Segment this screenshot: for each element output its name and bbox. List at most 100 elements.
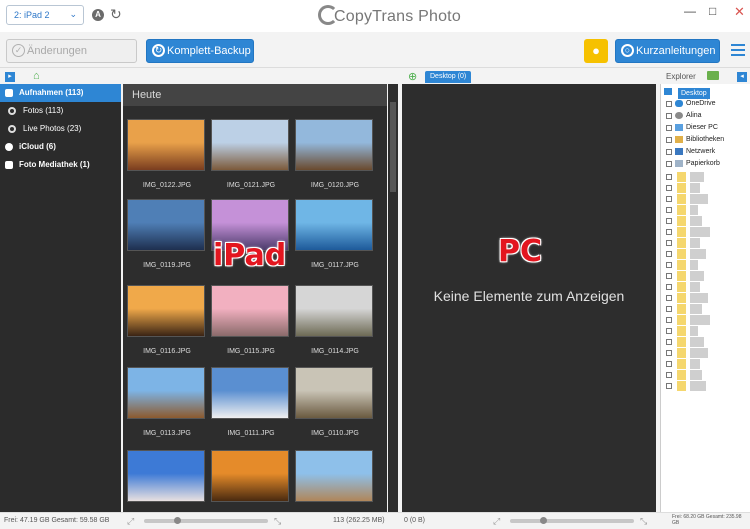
blurred-folder-name	[690, 205, 698, 215]
photo-thumbnail[interactable]	[295, 450, 375, 512]
user-icon	[675, 112, 683, 119]
status-bar: Frei: 47.19 GB Gesamt: 59.58 GB ⤢ ⤡ 113 …	[0, 512, 750, 529]
quick-guide-label: Kurzanleitungen	[636, 45, 716, 57]
recycle-bin-icon	[675, 160, 683, 167]
expand-box-icon	[666, 207, 672, 213]
ipad-zoom-slider[interactable]	[144, 517, 268, 524]
folder-icon	[677, 282, 686, 292]
photo-thumbnail[interactable]: IMG_0120.JPG	[295, 119, 375, 189]
tree-item-label: Dieser PC	[686, 124, 718, 131]
network-icon	[675, 148, 683, 155]
photo-thumbnail[interactable]: IMG_0114.JPG	[295, 285, 375, 355]
full-backup-label: Komplett-Backup	[167, 45, 251, 57]
folder-icon	[677, 172, 686, 182]
folder-icon	[677, 359, 686, 369]
photo-image	[127, 450, 205, 502]
save-changes-button[interactable]: ✓ Änderungen speichern	[6, 39, 137, 79]
full-backup-button[interactable]: ↻ Komplett-Backup	[146, 39, 254, 63]
photo-image	[211, 367, 289, 419]
device-select[interactable]: 2: iPad 2 ⌄	[6, 5, 84, 25]
sidebar-item-fotos[interactable]: Fotos (113)	[0, 102, 121, 120]
collapse-right-icon[interactable]: ◂	[737, 72, 747, 82]
photo-thumbnail[interactable]: IMG_0111.JPG	[211, 367, 291, 437]
photo-thumbnail[interactable]: IMG_0113.JPG	[127, 367, 207, 437]
computer-icon	[675, 124, 683, 131]
photo-image	[127, 199, 205, 251]
expand-box-icon	[666, 372, 672, 378]
expand-box-icon	[666, 101, 672, 107]
expand-box-icon	[666, 361, 672, 367]
photo-thumbnail[interactable]	[211, 450, 291, 512]
photo-filename: IMG_0111.JPG	[227, 430, 275, 437]
pc-zoom-slider[interactable]	[510, 517, 634, 524]
zoom-in-icon[interactable]: ⤡	[640, 516, 647, 527]
folder-icon	[677, 260, 686, 270]
expand-box-icon	[666, 251, 672, 257]
photo-thumbnail[interactable]: IMG_0121.JPG	[211, 119, 291, 189]
ipad-photo-grid: Heute IMG_0122.JPG IMG_0121.JPG IMG_0120.J…	[123, 84, 387, 512]
sidebar-item-live-photos[interactable]: Live Photos (23)	[0, 120, 121, 138]
photo-filename: IMG_0119.JPG	[143, 262, 191, 269]
photo-filename: IMG_0114.JPG	[311, 348, 359, 355]
zoom-out-icon[interactable]: ⤢	[493, 516, 500, 527]
folder-icon	[677, 315, 686, 325]
expand-box-icon	[666, 113, 672, 119]
tab-desktop[interactable]: Desktop (0)	[425, 71, 472, 83]
slider-knob[interactable]	[174, 517, 181, 524]
desktop-icon	[664, 88, 672, 95]
section-header: Heute	[123, 84, 387, 106]
photo-thumbnail[interactable]	[127, 450, 207, 512]
add-album-icon[interactable]: ⌂	[33, 70, 40, 82]
expand-box-icon	[666, 339, 672, 345]
account-icon[interactable]: A	[92, 9, 104, 21]
photo-image	[295, 367, 373, 419]
sidebar-item-aufnahmen[interactable]: Aufnahmen (113)	[0, 84, 121, 102]
expand-box-icon	[666, 137, 672, 143]
close-icon[interactable]: ✕	[734, 4, 745, 20]
lifebuoy-icon: ○	[621, 44, 634, 57]
blurred-folder-name	[690, 370, 702, 380]
refresh-icon[interactable]: ↻	[110, 6, 122, 23]
add-folder-icon[interactable]: ⊕	[408, 70, 417, 83]
sidebar-item-label: Foto Mediathek (1)	[19, 160, 90, 169]
zoom-out-icon[interactable]: ⤢	[127, 516, 134, 527]
photo-thumbnail[interactable]: IMG_0119.JPG	[127, 199, 207, 269]
blurred-folder-name	[690, 359, 700, 369]
sidebar-item-label: Live Photos (23)	[23, 124, 82, 133]
folder-icon	[677, 216, 686, 226]
tree-item-label: Papierkorb	[686, 160, 720, 167]
sidebar-item-foto-mediathek[interactable]: Foto Mediathek (1)	[0, 156, 121, 174]
library-icon	[675, 136, 683, 143]
photo-thumbnail[interactable]: IMG_0116.JPG	[127, 285, 207, 355]
expand-box-icon	[666, 306, 672, 312]
photo-image	[211, 119, 289, 171]
photo-thumbnail[interactable]: IMG_0115.JPG	[211, 285, 291, 355]
maximize-icon[interactable]: □	[709, 4, 716, 18]
blurred-folder-name	[690, 337, 704, 347]
scrollbar-thumb[interactable]	[390, 102, 396, 192]
lightbulb-icon[interactable]: ●	[584, 39, 608, 63]
photo-thumbnail[interactable]: IMG_0122.JPG	[127, 119, 207, 189]
photo-thumbnail[interactable]: IMG_0110.JPG	[295, 367, 375, 437]
slider-knob[interactable]	[540, 517, 547, 524]
ipad-scrollbar[interactable]	[388, 84, 398, 512]
blurred-folder-name	[690, 172, 704, 182]
new-folder-icon[interactable]	[707, 71, 719, 80]
quick-guide-button[interactable]: ○ Kurzanleitungen	[615, 39, 720, 63]
hamburger-menu-icon[interactable]	[731, 44, 745, 59]
blurred-folder-name	[690, 227, 710, 237]
zoom-in-icon[interactable]: ⤡	[274, 516, 281, 527]
sidebar-item-icloud[interactable]: iCloud (6)	[0, 138, 121, 156]
cloud-icon	[5, 143, 13, 151]
title-bar: 2: iPad 2 ⌄ A ↻ CopyTrans Photo — □ ✕	[0, 0, 750, 32]
copytrans-photo-window: 2: iPad 2 ⌄ A ↻ CopyTrans Photo — □ ✕ ✓ …	[0, 0, 750, 529]
ipad-overlay-label: iPad	[213, 238, 287, 273]
photo-image	[211, 285, 289, 337]
minimize-icon[interactable]: —	[684, 4, 696, 18]
collapse-left-icon[interactable]: ▸	[5, 72, 15, 82]
photo-thumbnail[interactable]: IMG_0117.JPG	[295, 199, 375, 269]
app-title: CopyTrans Photo	[318, 5, 461, 26]
left-disk-info: Frei: 47.19 GB Gesamt: 59.58 GB	[4, 517, 110, 524]
camera-icon	[5, 161, 13, 169]
photo-filename: IMG_0115.JPG	[227, 348, 275, 355]
